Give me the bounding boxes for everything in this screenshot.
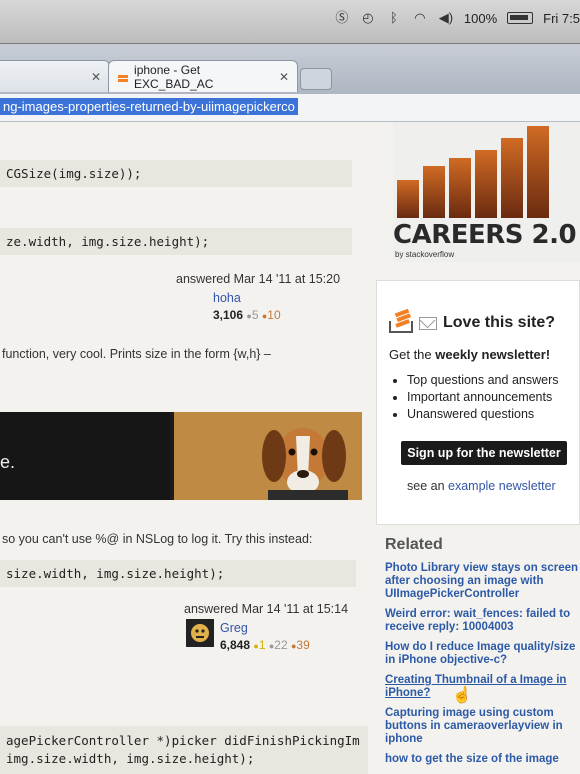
reputation: 6,848 ●1 ●22 ●39 — [220, 638, 310, 652]
list-item: Top questions and answers — [407, 373, 558, 387]
close-icon[interactable]: ✕ — [91, 70, 101, 84]
tab-active[interactable]: iphone - Get EXC_BAD_AC ✕ — [108, 60, 298, 92]
close-icon[interactable]: ✕ — [279, 70, 289, 84]
skype-icon[interactable]: Ⓢ — [334, 10, 350, 26]
subtitle-prefix: Get the — [389, 347, 436, 362]
careers-byline: by stackoverflow — [395, 250, 455, 259]
time-machine-icon[interactable]: ◴ — [360, 10, 376, 26]
code-block: ze.width, img.size.height); — [0, 228, 352, 255]
ad-bar — [475, 150, 497, 218]
answered-timestamp: answered Mar 14 '11 at 15:20 — [176, 272, 341, 286]
newsletter-heading: Love this site? — [387, 311, 555, 335]
ad-bar — [501, 138, 523, 218]
battery-percent: 100% — [463, 10, 498, 26]
related-link[interactable]: Weird error: wait_fences: failed to rece… — [385, 608, 580, 634]
ad-bar — [423, 166, 445, 218]
list-item: Important announcements — [407, 390, 558, 404]
rep-score: 6,848 — [220, 638, 251, 652]
tab-title: iphone - Get EXC_BAD_AC — [134, 62, 214, 91]
user-link[interactable]: Greg — [220, 621, 248, 635]
ad-bar — [397, 180, 419, 218]
example-newsletter-link[interactable]: example newsletter — [448, 479, 556, 493]
careers-ad[interactable]: CAREERS 2.0 by stackoverflow — [393, 122, 580, 262]
reputation: 3,106 ●5 ●10 — [213, 308, 281, 322]
answered-timestamp: answered Mar 14 '11 at 15:14 — [184, 602, 349, 616]
code-block: CGSize(img.size)); — [0, 160, 352, 187]
bronze-count: 39 — [296, 638, 310, 652]
related-link[interactable]: Creating Thumbnail of a Image in iPhone? — [385, 674, 580, 700]
comment-text: function, very cool. Prints size in the … — [2, 347, 271, 361]
address-bar[interactable]: ng-images-properties-returned-by-uiimage… — [0, 94, 580, 122]
code-block: agePickerController *)picker didFinishPi… — [0, 726, 368, 774]
ad-bar — [449, 158, 471, 218]
gold-count: 1 — [258, 638, 266, 652]
new-tab-button[interactable] — [300, 68, 332, 90]
rep-score: 3,106 — [213, 308, 244, 322]
newsletter-list: Top questions and answers Important anno… — [407, 373, 558, 424]
stackoverflow-favicon-icon — [117, 71, 129, 83]
status-area: Ⓢ ◴ ᛒ ◠ ◀) 100% Fri 7:5 — [334, 10, 580, 26]
battery-icon[interactable] — [507, 12, 534, 24]
newsletter-subtitle: Get the weekly newsletter! — [389, 347, 550, 362]
avatar-photo: e. — [0, 412, 362, 500]
menu-bar: Ⓢ ◴ ᛒ ◠ ◀) 100% Fri 7:5 — [0, 0, 580, 44]
tab-previous[interactable]: ✕ — [0, 60, 110, 92]
hand-cursor-icon: ☝ — [452, 687, 472, 704]
page-content: CGSize(img.size)); ze.width, img.size.he… — [0, 122, 580, 774]
related-link[interactable]: Photo Library view stays on screen after… — [385, 562, 580, 601]
silver-count: 5 — [251, 308, 259, 322]
code-block: size.width, img.size.height); — [0, 560, 356, 587]
newsletter-title: Love this site? — [443, 314, 556, 331]
photo-text: e. — [0, 452, 16, 472]
example-newsletter: see an example newsletter — [407, 479, 556, 493]
newsletter-box: Love this site? Get the weekly newslette… — [376, 280, 580, 525]
stackoverflow-logo-icon — [387, 311, 413, 335]
list-item: Unanswered questions — [407, 407, 558, 421]
careers-bars — [393, 122, 580, 218]
bluetooth-icon[interactable]: ᛒ — [386, 10, 402, 26]
related-link[interactable]: How do I reduce Image quality/size in iP… — [385, 641, 580, 667]
subtitle-bold: weekly newsletter! — [435, 347, 551, 362]
related-heading: Related — [385, 536, 443, 553]
tab-strip: ✕ iphone - Get EXC_BAD_AC ✕ — [0, 44, 580, 94]
related-list: Photo Library view stays on screen after… — [385, 562, 580, 773]
volume-icon[interactable]: ◀) — [438, 10, 454, 26]
envelope-icon — [419, 316, 437, 330]
clock[interactable]: Fri 7:5 — [543, 11, 580, 26]
related-link[interactable]: how to get the size of the image — [385, 753, 580, 766]
url-selected-text[interactable]: ng-images-properties-returned-by-uiimage… — [0, 98, 298, 115]
bronze-count: 10 — [267, 308, 281, 322]
related-link[interactable]: Capturing image using custom buttons in … — [385, 707, 580, 746]
monitor-shape — [0, 412, 170, 500]
example-prefix: see an — [407, 479, 449, 493]
ad-bar — [527, 126, 549, 218]
silver-count: 22 — [274, 638, 288, 652]
wifi-icon[interactable]: ◠ — [412, 10, 428, 26]
signup-newsletter-button[interactable]: Sign up for the newsletter — [401, 441, 567, 465]
careers-title: CAREERS 2.0 — [393, 220, 577, 250]
user-avatar[interactable] — [186, 619, 214, 647]
answer-intro: so you can't use %@ in NSLog to log it. … — [2, 532, 313, 546]
beagle-dog-image — [262, 428, 348, 500]
user-link[interactable]: hoha — [213, 291, 241, 305]
